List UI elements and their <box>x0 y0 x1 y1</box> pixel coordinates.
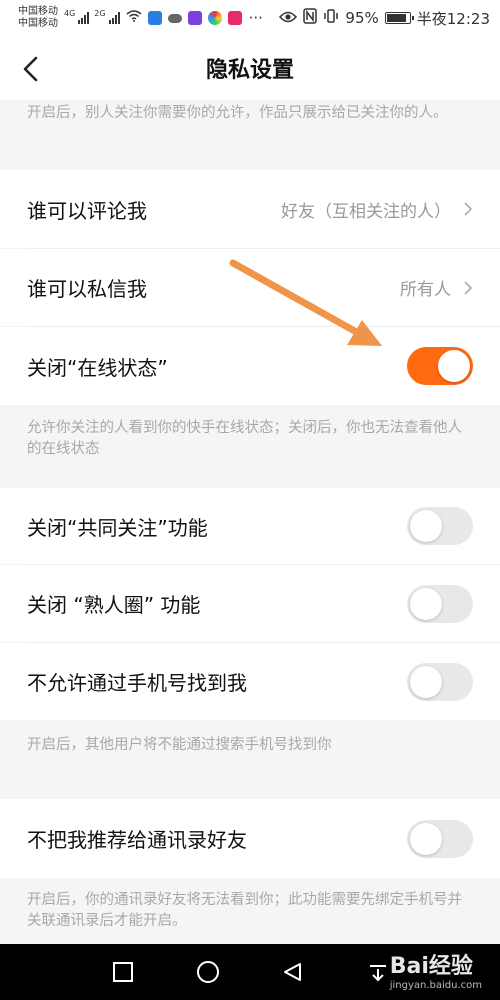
watermark-url: jingyan.baidu.com <box>389 980 482 991</box>
toggle-knob <box>410 665 442 698</box>
carrier-1: 中国移动 <box>18 6 58 17</box>
carrier-names: 中国移动 中国移动 <box>18 6 58 30</box>
nav-back-button[interactable] <box>278 957 308 987</box>
notification-pull-button[interactable] <box>363 957 393 987</box>
vibrate-icon <box>323 8 339 28</box>
pull-down-icon <box>369 965 386 982</box>
acquaintance-circle-toggle[interactable] <box>407 584 473 623</box>
recents-button[interactable] <box>108 957 138 987</box>
home-button[interactable] <box>193 957 223 987</box>
circle-icon <box>196 961 219 983</box>
chevron-right-icon <box>464 202 473 216</box>
row-label: 不允许通过手机号找到我 <box>27 671 247 695</box>
app-shield-icon <box>147 11 162 25</box>
phone-lookup-note: 开启后，其他用户将不能通过搜索手机号找到你 <box>0 720 500 799</box>
more-notifications-icon: ··· <box>248 9 263 27</box>
row-value: 好友（互相关注的人） <box>281 201 451 222</box>
watermark-brand: Bai经验 <box>389 954 473 979</box>
contacts-recommend-row: 不把我推荐给通讯录好友 <box>0 799 500 878</box>
app-music-icon <box>227 11 242 25</box>
phone-lookup-toggle[interactable] <box>407 662 473 701</box>
row-label: 谁可以评论我 <box>27 198 147 223</box>
back-button[interactable] <box>18 54 44 84</box>
online-status-toggle[interactable] <box>407 347 473 385</box>
toggle-knob <box>410 587 442 620</box>
battery-percent: 95% <box>345 9 379 27</box>
network-type-1: 4G <box>64 8 76 18</box>
row-label: 关闭“共同关注”功能 <box>27 515 208 540</box>
private-account-note: 开启后，别人关注你需要你的允许，作品只展示给已关注你的人。 <box>0 100 500 170</box>
wifi-icon <box>126 10 142 26</box>
who-can-message-row[interactable]: 谁可以私信我 所有人 <box>0 249 500 326</box>
baidu-jingyan-watermark: Bai经验 jingyan.baidu.com <box>390 948 482 991</box>
page-header: 隐私设置 <box>0 36 500 100</box>
acquaintance-circle-row: 关闭 “熟人圈” 功能 <box>0 565 500 642</box>
nfc-icon <box>303 8 318 28</box>
row-label: 谁可以私信我 <box>27 277 147 301</box>
row-label: 不把我推荐给通讯录好友 <box>27 828 247 852</box>
toggle-knob <box>410 510 442 542</box>
row-value: 所有人 <box>400 280 451 300</box>
signal-icon-1 <box>78 12 90 24</box>
status-bar: 中国移动 中国移动 4G 2G ··· 95% 半夜12:23 <box>0 0 500 36</box>
online-status-note: 允许你关注的人看到你的快手在线状态；关闭后，你也无法查看他人的在线状态 <box>0 405 500 488</box>
mutual-follow-row: 关闭“共同关注”功能 <box>0 488 500 564</box>
contacts-recommend-toggle[interactable] <box>407 819 473 858</box>
online-status-row: 关闭“在线状态” <box>0 327 500 405</box>
chevron-right-icon <box>464 280 473 295</box>
carrier-2: 中国移动 <box>18 18 58 29</box>
clock: 半夜12:23 <box>416 9 490 28</box>
square-icon <box>112 962 133 982</box>
battery-icon <box>384 12 414 24</box>
mutual-follow-toggle[interactable] <box>407 507 473 545</box>
cloud-icon <box>167 13 182 23</box>
signal-icon-2 <box>108 12 120 24</box>
page-title: 隐私设置 <box>205 58 294 83</box>
phone-lookup-row: 不允许通过手机号找到我 <box>0 643 500 720</box>
row-label: 关闭“在线状态” <box>27 355 168 380</box>
toggle-knob <box>438 350 470 382</box>
eye-icon <box>279 9 298 27</box>
who-can-comment-row[interactable]: 谁可以评论我 好友（互相关注的人） <box>0 170 500 248</box>
triangle-back-icon <box>283 963 301 981</box>
row-label: 关闭 “熟人圈” 功能 <box>27 593 201 617</box>
toggle-knob <box>410 822 442 855</box>
chevron-left-icon <box>23 56 38 82</box>
contacts-recommend-note: 开启后，你的通讯录好友将无法看到你；此功能需要先绑定手机号并关联通讯录后才能开启… <box>0 878 500 944</box>
app-browser-icon <box>207 11 222 25</box>
network-type-2: 2G <box>94 8 106 18</box>
app-video-icon <box>187 11 202 25</box>
